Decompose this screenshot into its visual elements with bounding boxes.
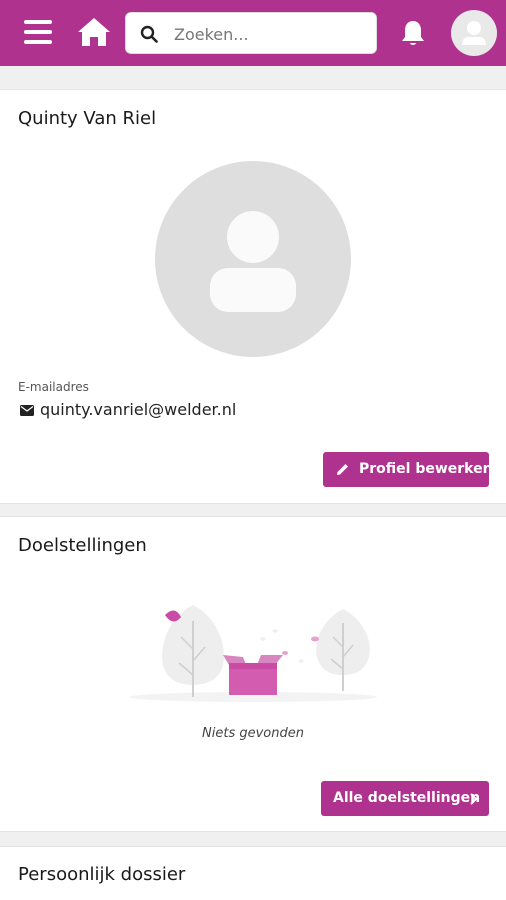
search-box[interactable]	[125, 12, 377, 54]
all-goals-button[interactable]: Alle doelstellingen	[321, 781, 489, 816]
email-label: E-mailadres	[18, 380, 89, 394]
top-bar	[0, 0, 506, 66]
goals-title: Doelstellingen	[18, 535, 147, 556]
pencil-icon	[337, 464, 348, 475]
envelope-icon	[20, 405, 34, 416]
edit-profile-button[interactable]: Profiel bewerken	[323, 452, 493, 487]
dossier-card: Persoonlijk dossier	[0, 846, 506, 900]
profile-card: Quinty Van Riel E-mailadres quinty.vanri…	[0, 89, 506, 504]
bell-icon[interactable]	[398, 18, 428, 48]
chevron-right-icon	[470, 793, 477, 805]
email-value: quinty.vanriel@welder.nl	[40, 400, 237, 419]
profile-name: Quinty Van Riel	[18, 108, 157, 129]
home-icon[interactable]	[76, 16, 112, 48]
search-icon	[140, 25, 158, 43]
empty-state-illustration	[129, 605, 377, 702]
edit-profile-label: Profiel bewerken	[359, 461, 493, 477]
goals-card: Doelstellingen Niets gevonden Alle doels…	[0, 516, 506, 832]
user-placeholder-icon	[210, 211, 296, 312]
search-input[interactable]	[174, 22, 364, 46]
dossier-title: Persoonlijk dossier	[18, 864, 186, 885]
avatar[interactable]	[451, 10, 497, 56]
profile-photo	[155, 161, 351, 357]
empty-state-text: Niets gevonden	[202, 726, 304, 741]
all-goals-label: Alle doelstellingen	[333, 790, 481, 806]
menu-icon[interactable]	[24, 20, 52, 44]
user-avatar-icon	[462, 21, 486, 45]
